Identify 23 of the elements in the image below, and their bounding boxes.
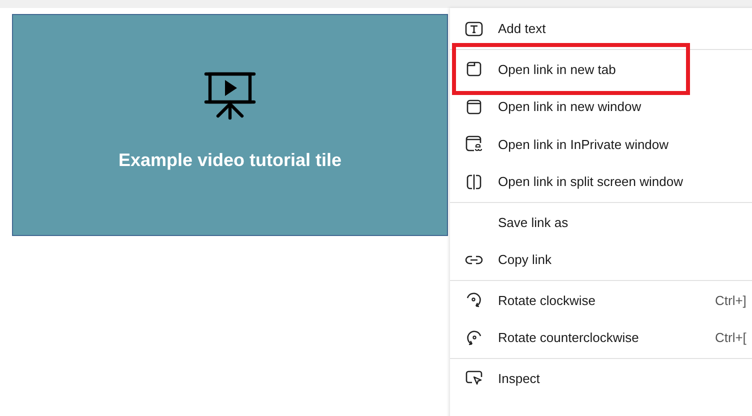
shortcut-text: Ctrl+]: [715, 292, 746, 308]
menu-item[interactable]: Save link as: [450, 204, 752, 241]
menu-item[interactable]: Copy link: [450, 241, 752, 278]
menu-item[interactable]: Open link in new window: [450, 88, 752, 126]
menu-item[interactable]: Add text: [450, 10, 752, 48]
shortcut-text: Ctrl+[: [715, 330, 746, 346]
window-icon: [466, 98, 482, 115]
tab-icon: [466, 61, 482, 78]
private-window-icon: [465, 135, 483, 154]
link-icon: [465, 254, 483, 265]
menu-item[interactable]: Open link in split screen window: [450, 163, 752, 200]
menu-item[interactable]: Rotate clockwise Ctrl+]: [450, 282, 752, 319]
rotate-clockwise-icon: [465, 291, 483, 310]
presentation-video-icon: [204, 70, 256, 120]
menu-item[interactable]: Inspect: [450, 360, 752, 397]
menu-item[interactable]: Open link in new tab: [450, 50, 752, 88]
split-screen-icon: [466, 174, 482, 190]
menu-item[interactable]: Rotate counterclockwise Ctrl+[: [450, 319, 752, 356]
text-box-icon: [465, 20, 483, 37]
inspect-icon: [465, 370, 483, 386]
rotate-counterclockwise-icon: [465, 328, 483, 347]
tile-title: Example video tutorial tile: [118, 150, 342, 170]
menu-item[interactable]: Open link in InPrivate window: [450, 126, 752, 163]
